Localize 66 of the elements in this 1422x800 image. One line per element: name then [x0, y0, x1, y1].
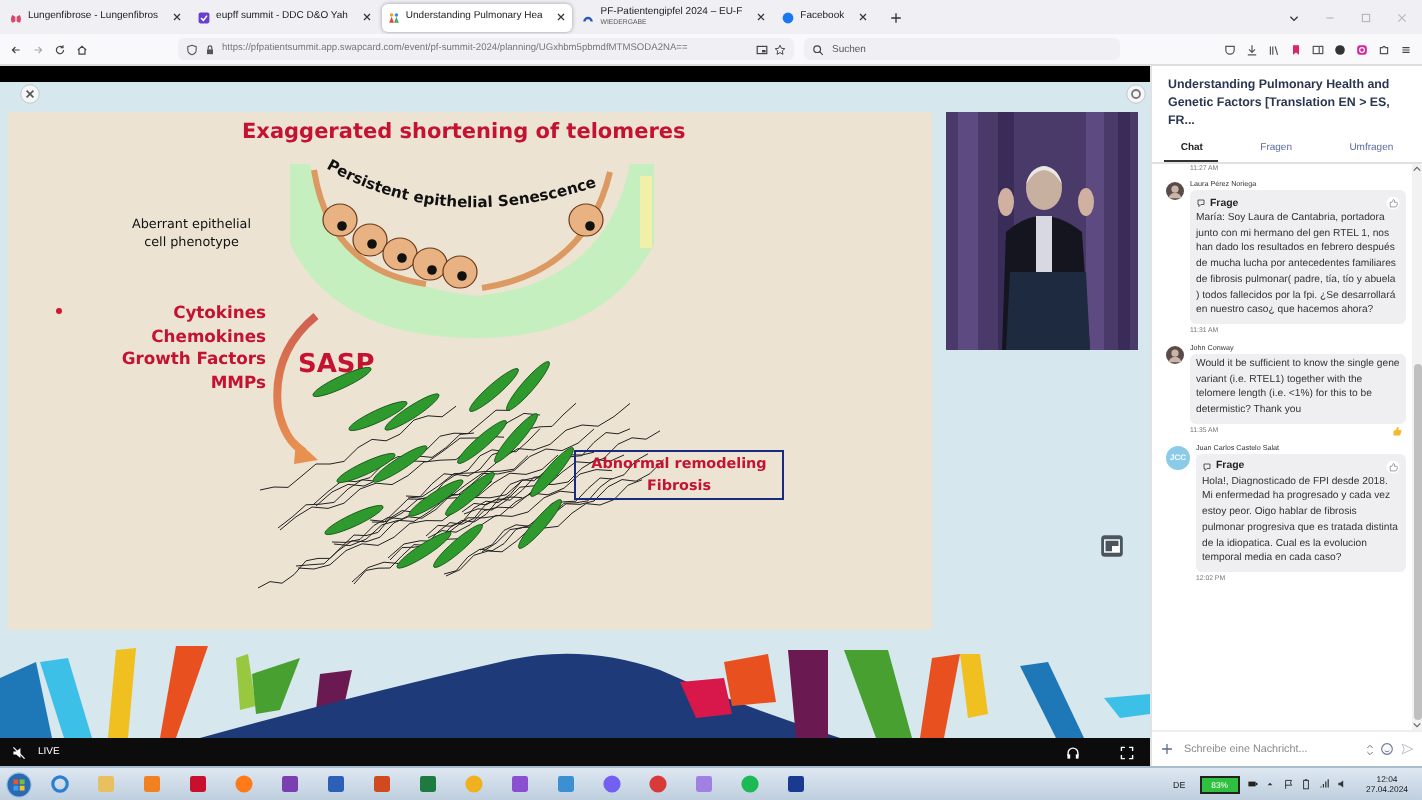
close-icon[interactable] — [556, 12, 567, 22]
pocket-icon[interactable] — [1224, 43, 1236, 55]
emoji-icon[interactable] — [1380, 742, 1394, 756]
thumbs-up-icon[interactable] — [1386, 459, 1400, 474]
headphones-icon[interactable] — [1066, 745, 1080, 759]
search-icon — [812, 43, 824, 55]
triangle-up-icon[interactable] — [1264, 778, 1277, 790]
app-icon[interactable] — [188, 774, 208, 794]
checkbox-icon — [198, 11, 211, 23]
arc-icon — [582, 11, 595, 23]
picture-in-picture-icon[interactable] — [1100, 534, 1124, 558]
fullscreen-icon[interactable] — [1120, 745, 1134, 759]
picture-in-picture-icon[interactable] — [756, 43, 768, 55]
question-bubble-icon — [1202, 461, 1212, 472]
app-icon[interactable] — [648, 774, 668, 794]
sidebar-icon[interactable] — [1312, 43, 1324, 55]
plus-icon[interactable] — [890, 11, 903, 23]
shield-icon — [186, 43, 198, 55]
muted-speaker-icon[interactable] — [12, 745, 26, 759]
reload-icon[interactable] — [54, 43, 66, 55]
home-icon[interactable] — [76, 43, 88, 55]
app-icon[interactable] — [326, 774, 346, 794]
avatar-icon — [1166, 182, 1184, 200]
circle-icon — [782, 11, 795, 23]
scroll-down-icon[interactable] — [1412, 720, 1422, 730]
lungs-icon — [10, 11, 22, 23]
flag-icon[interactable] — [1282, 778, 1295, 790]
thumbs-up-icon[interactable] — [1386, 196, 1400, 210]
pointer-dot — [56, 308, 62, 314]
close-icon[interactable] — [858, 12, 869, 22]
download-icon[interactable] — [1246, 43, 1258, 55]
bookmark-icon[interactable] — [1290, 43, 1302, 55]
mediator-list: Cytokines Chemokines Growth Factors MMPs — [121, 302, 266, 395]
back-icon[interactable] — [10, 43, 22, 55]
app-icon[interactable] — [510, 774, 530, 794]
star-icon[interactable] — [774, 43, 786, 55]
chevron-down-icon[interactable] — [1288, 11, 1300, 23]
close-icon[interactable] — [172, 12, 183, 22]
question-bubble-icon — [1196, 198, 1206, 208]
start-icon[interactable] — [6, 771, 32, 797]
sasp-label: SASP — [298, 350, 375, 380]
settings-icon[interactable] — [1126, 84, 1146, 104]
scrollbar-thumb[interactable] — [1413, 364, 1421, 720]
scroll-up-icon[interactable] — [1412, 164, 1422, 174]
thumbs-up-icon[interactable] — [1392, 425, 1402, 436]
extension-icon[interactable] — [1334, 43, 1346, 55]
speaker-icon[interactable] — [1336, 778, 1349, 790]
close-icon[interactable] — [20, 84, 40, 104]
slide-title: Exaggerated shortening of telomeres — [242, 120, 686, 144]
signal-icon[interactable] — [1318, 778, 1331, 790]
menu-icon[interactable] — [1400, 43, 1412, 55]
app-icon[interactable] — [786, 774, 806, 794]
app-icon[interactable] — [418, 774, 438, 794]
puzzle-icon[interactable] — [1378, 43, 1390, 55]
up-down-icon[interactable] — [1366, 741, 1374, 757]
people-icon — [387, 11, 400, 23]
app-icon[interactable] — [372, 774, 392, 794]
battery-icon[interactable] — [1300, 778, 1313, 790]
lock-icon — [204, 43, 216, 55]
app-icon[interactable] — [280, 774, 300, 794]
avatar-icon — [1166, 345, 1184, 364]
library-icon[interactable] — [1268, 43, 1280, 55]
close-icon[interactable] — [361, 12, 372, 22]
camera-icon[interactable] — [1356, 43, 1368, 55]
close-icon[interactable] — [756, 12, 767, 22]
app-icon[interactable] — [602, 774, 622, 794]
